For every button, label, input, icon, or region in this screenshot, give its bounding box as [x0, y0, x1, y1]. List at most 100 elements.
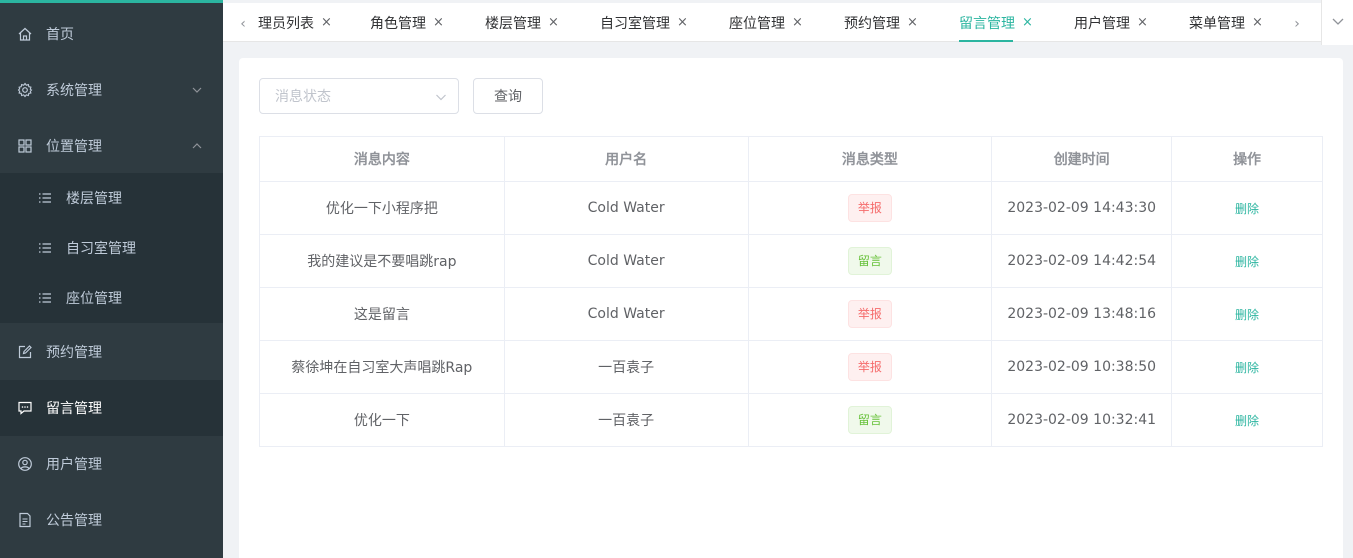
sidebar-item-home[interactable]: 首页 — [0, 6, 223, 62]
close-icon[interactable]: × — [548, 15, 559, 30]
cell-type: 举报 — [747, 181, 993, 235]
cell-username: Cold Water — [503, 234, 749, 288]
close-icon[interactable]: × — [792, 15, 803, 30]
tabs-scroll-right-icon[interactable]: › — [1287, 3, 1307, 45]
status-select[interactable]: 消息状态 — [259, 78, 459, 114]
column-header-actions: 操作 — [1171, 136, 1323, 182]
sidebar-subitem-floor[interactable]: 楼层管理 — [0, 173, 223, 223]
tab-admin-list[interactable]: 理员列表 × — [258, 3, 332, 42]
table-row: 蔡徐坤在自习室大声唱跳Rap 一百袁子 举报 2023-02-09 10:38:… — [259, 340, 1323, 394]
user-icon — [17, 456, 33, 472]
cell-content: 优化一下 — [259, 393, 505, 447]
chat-icon — [17, 400, 33, 416]
sidebar-item-system[interactable]: 系统管理 — [0, 62, 223, 118]
location-submenu: 楼层管理 自习室管理 座位管理 — [0, 173, 223, 323]
cell-created: 2023-02-09 14:43:30 — [991, 181, 1173, 235]
tab-messages[interactable]: 留言管理 × — [959, 3, 1033, 42]
table-header-row: 消息内容 用户名 消息类型 创建时间 操作 — [259, 136, 1323, 182]
cell-created: 2023-02-09 14:42:54 — [991, 234, 1173, 288]
tabs-scroll-left-icon[interactable]: ‹ — [233, 3, 253, 45]
list-icon — [37, 190, 53, 206]
cell-username: 一百袁子 — [503, 340, 749, 394]
tab-label: 留言管理 — [959, 15, 1015, 32]
delete-button[interactable]: 删除 — [1235, 202, 1259, 216]
sidebar-subitem-label: 自习室管理 — [66, 241, 136, 257]
status-badge: 举报 — [847, 194, 892, 222]
sidebar-item-announcements[interactable]: 公告管理 — [0, 492, 223, 548]
cell-created: 2023-02-09 13:48:16 — [991, 287, 1173, 341]
tab-label: 预约管理 — [844, 15, 900, 32]
sidebar: 首页 系统管理 位置管理 楼层管理 自习室管理 座位管理 预约管理 留言管理 用… — [0, 0, 223, 558]
table-row: 我的建议是不要唱跳rap Cold Water 留言 2023-02-09 14… — [259, 234, 1323, 288]
tab-floors[interactable]: 楼层管理 × — [485, 3, 559, 42]
status-badge: 留言 — [847, 247, 892, 275]
close-icon[interactable]: × — [321, 15, 332, 30]
sidebar-item-location[interactable]: 位置管理 — [0, 118, 223, 174]
tab-label: 理员列表 — [258, 15, 314, 32]
tab-menus[interactable]: 菜单管理 × — [1189, 3, 1263, 42]
cell-created: 2023-02-09 10:32:41 — [991, 393, 1173, 447]
delete-button[interactable]: 删除 — [1235, 255, 1259, 269]
grid-icon — [17, 138, 33, 154]
delete-button[interactable]: 删除 — [1235, 308, 1259, 322]
close-icon[interactable]: × — [433, 15, 444, 30]
delete-button[interactable]: 删除 — [1235, 414, 1259, 428]
tab-reservations[interactable]: 预约管理 × — [844, 3, 918, 42]
cell-actions: 删除 — [1171, 340, 1323, 394]
list-icon — [37, 240, 53, 256]
table-row: 这是留言 Cold Water 举报 2023-02-09 13:48:16 删… — [259, 287, 1323, 341]
edit-icon — [17, 344, 33, 360]
cell-content: 优化一下小程序把 — [259, 181, 505, 235]
status-badge: 留言 — [847, 406, 892, 434]
column-header-content: 消息内容 — [259, 136, 505, 182]
close-icon[interactable]: × — [677, 15, 688, 30]
cell-content: 这是留言 — [259, 287, 505, 341]
sidebar-item-label: 用户管理 — [46, 457, 102, 473]
sidebar-subitem-seat[interactable]: 座位管理 — [0, 273, 223, 323]
status-badge: 举报 — [847, 300, 892, 328]
tab-seats[interactable]: 座位管理 × — [729, 3, 803, 42]
cell-type: 举报 — [747, 340, 993, 394]
chevron-up-icon — [191, 140, 203, 152]
sidebar-subitem-studyroom[interactable]: 自习室管理 — [0, 223, 223, 273]
cell-actions: 删除 — [1171, 287, 1323, 341]
status-badge: 举报 — [847, 353, 892, 381]
cell-created: 2023-02-09 10:38:50 — [991, 340, 1173, 394]
main-card: 消息状态 查询 消息内容 用户名 消息类型 创建时间 操作 优化一下小程序把 C… — [239, 58, 1343, 558]
cell-content: 我的建议是不要唱跳rap — [259, 234, 505, 288]
chevron-down-icon — [434, 90, 448, 108]
cell-username: Cold Water — [503, 287, 749, 341]
close-icon[interactable]: × — [907, 15, 918, 30]
delete-button[interactable]: 删除 — [1235, 361, 1259, 375]
tabs-dropdown-button[interactable] — [1321, 0, 1353, 45]
tab-roles[interactable]: 角色管理 × — [370, 3, 444, 42]
cell-content: 蔡徐坤在自习室大声唱跳Rap — [259, 340, 505, 394]
sidebar-subitem-label: 楼层管理 — [66, 191, 122, 207]
chevron-down-icon — [1331, 14, 1345, 32]
sidebar-item-label: 公告管理 — [46, 513, 102, 529]
sidebar-item-messages[interactable]: 留言管理 — [0, 380, 223, 436]
tab-label: 座位管理 — [729, 15, 785, 32]
sidebar-item-users[interactable]: 用户管理 — [0, 436, 223, 492]
tab-studyrooms[interactable]: 自习室管理 × — [600, 3, 688, 42]
status-select-placeholder: 消息状态 — [275, 89, 331, 105]
close-icon[interactable]: × — [1252, 15, 1263, 30]
column-header-type: 消息类型 — [747, 136, 993, 182]
cell-type: 留言 — [747, 234, 993, 288]
close-icon[interactable]: × — [1022, 15, 1033, 30]
query-button[interactable]: 查询 — [473, 78, 543, 114]
messages-table: 消息内容 用户名 消息类型 创建时间 操作 优化一下小程序把 Cold Wate… — [259, 136, 1323, 447]
cell-username: 一百袁子 — [503, 393, 749, 447]
cell-type: 留言 — [747, 393, 993, 447]
sidebar-item-label: 位置管理 — [46, 139, 102, 155]
sidebar-item-label: 留言管理 — [46, 401, 102, 417]
list-icon — [37, 290, 53, 306]
close-icon[interactable]: × — [1137, 15, 1148, 30]
cell-actions: 删除 — [1171, 181, 1323, 235]
tab-users[interactable]: 用户管理 × — [1074, 3, 1148, 42]
gear-icon — [17, 82, 33, 98]
tab-label: 自习室管理 — [600, 15, 670, 32]
tab-label: 角色管理 — [370, 15, 426, 32]
sidebar-item-reservation[interactable]: 预约管理 — [0, 324, 223, 380]
sidebar-item-label: 系统管理 — [46, 83, 102, 99]
